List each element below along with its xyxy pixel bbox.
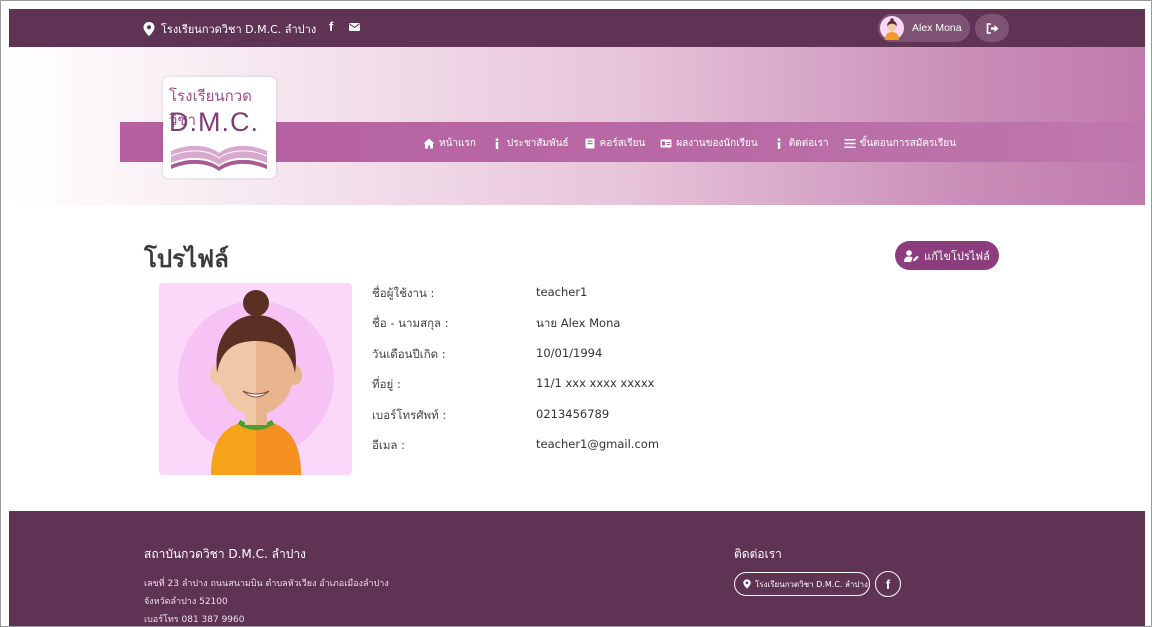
edit-profile-button[interactable]: แก้ไขโปรไฟล์ bbox=[895, 241, 999, 270]
field-value: teacher1@gmail.com bbox=[536, 436, 660, 451]
id-card-icon bbox=[660, 139, 672, 148]
header-banner: โรงเรียนกวดวิชา D.M.C. หน้าแรก ประชาสัมพ… bbox=[9, 47, 1145, 205]
main-nav: หน้าแรก ประชาสัมพันธ์ คอร์สเรียน ผลงานขอ… bbox=[423, 136, 971, 151]
footer-address-line2: จังหวัดลำปาง 52100 bbox=[144, 597, 228, 607]
nav-item-home[interactable]: หน้าแรก bbox=[423, 136, 476, 151]
profile-avatar bbox=[159, 283, 352, 475]
edit-profile-label: แก้ไขโปรไฟล์ bbox=[924, 249, 990, 263]
info-icon bbox=[777, 138, 781, 149]
field-value: 10/01/1994 bbox=[536, 345, 603, 360]
field-label: อีเมล : bbox=[372, 437, 405, 452]
nav-item-label: ประชาสัมพันธ์ bbox=[506, 138, 569, 149]
field-value: นาย Alex Mona bbox=[536, 316, 621, 331]
facebook-icon[interactable]: f bbox=[329, 19, 333, 34]
nav-item-label: คอร์สเรียน bbox=[599, 138, 646, 149]
info-icon bbox=[495, 138, 499, 149]
logout-icon bbox=[986, 22, 998, 34]
page-title: โปรไฟล์ bbox=[144, 245, 229, 273]
home-icon bbox=[423, 138, 435, 149]
field-label: ที่อยู่ : bbox=[372, 377, 401, 392]
footer-address-line1: เลขที่ 23 ลำปาง ถนนสนามบิน ตำบลหัวเวียง … bbox=[144, 579, 389, 589]
nav-item-label: ติดต่อเรา bbox=[788, 138, 829, 149]
footer: สถาบันกวดวิชา D.M.C. ลำปาง เลขที่ 23 ลำป… bbox=[9, 511, 1145, 626]
footer-facebook-icon[interactable]: f bbox=[875, 571, 901, 597]
page-frame: โรงเรียนกวดวิชา D.M.C. ลำปาง f Alex Mona bbox=[0, 0, 1152, 627]
mail-icon[interactable] bbox=[349, 23, 360, 31]
nav-item-news[interactable]: ประชาสัมพันธ์ bbox=[491, 136, 569, 151]
user-menu-button[interactable]: Alex Mona bbox=[878, 14, 970, 42]
location-pin-icon bbox=[743, 579, 751, 589]
field-value: teacher1 bbox=[536, 285, 588, 299]
nav-item-contact[interactable]: ติดต่อเรา bbox=[773, 136, 829, 151]
nav-item-label: ผลงานของนักเรียน bbox=[676, 138, 758, 149]
nav-item-label: ขั้นตอนการสมัครเรียน bbox=[859, 138, 956, 149]
open-book-icon bbox=[170, 145, 268, 171]
nav-item-label: หน้าแรก bbox=[439, 138, 476, 149]
avatar-illustration bbox=[178, 290, 334, 475]
footer-location-text: โรงเรียนกวดวิชา D.M.C. ลำปาง bbox=[755, 579, 868, 589]
logout-button[interactable] bbox=[975, 14, 1009, 42]
field-label: วันเดือนปีเกิด : bbox=[372, 346, 446, 361]
school-logo[interactable]: โรงเรียนกวดวิชา D.M.C. bbox=[163, 77, 276, 178]
book-icon bbox=[585, 138, 595, 149]
list-icon bbox=[844, 139, 856, 148]
user-name: Alex Mona bbox=[912, 22, 962, 34]
field-value: 0213456789 bbox=[536, 406, 610, 421]
top-bar: โรงเรียนกวดวิชา D.M.C. ลำปาง f Alex Mona bbox=[9, 9, 1145, 47]
field-label: ชื่อผู้ใช้งาน : bbox=[372, 286, 435, 300]
footer-org-title: สถาบันกวดวิชา D.M.C. ลำปาง bbox=[144, 547, 306, 561]
user-edit-icon bbox=[904, 249, 919, 262]
nav-item-courses[interactable]: คอร์สเรียน bbox=[584, 136, 646, 151]
nav-item-student-works[interactable]: ผลงานของนักเรียน bbox=[660, 136, 758, 151]
school-location-text: โรงเรียนกวดวิชา D.M.C. ลำปาง bbox=[161, 23, 317, 36]
footer-location-button[interactable]: โรงเรียนกวดวิชา D.M.C. ลำปาง bbox=[734, 572, 870, 596]
footer-phone: เบอร์โทร 081 387 9960 bbox=[144, 615, 245, 625]
user-avatar-icon bbox=[880, 16, 904, 40]
logo-brand-text: D.M.C. bbox=[169, 107, 259, 137]
field-value: 11/1 xxx xxxx xxxxx bbox=[536, 376, 655, 391]
school-location-link[interactable]: โรงเรียนกวดวิชา D.M.C. ลำปาง bbox=[143, 20, 316, 38]
field-label: เบอร์โทรศัพท์ : bbox=[372, 407, 447, 422]
field-label: ชื่อ - นามสกุล : bbox=[372, 316, 449, 331]
location-pin-icon bbox=[143, 22, 155, 36]
nav-item-registration-steps[interactable]: ขั้นตอนการสมัครเรียน bbox=[844, 136, 956, 151]
footer-contact-title: ติดต่อเรา bbox=[734, 547, 782, 561]
